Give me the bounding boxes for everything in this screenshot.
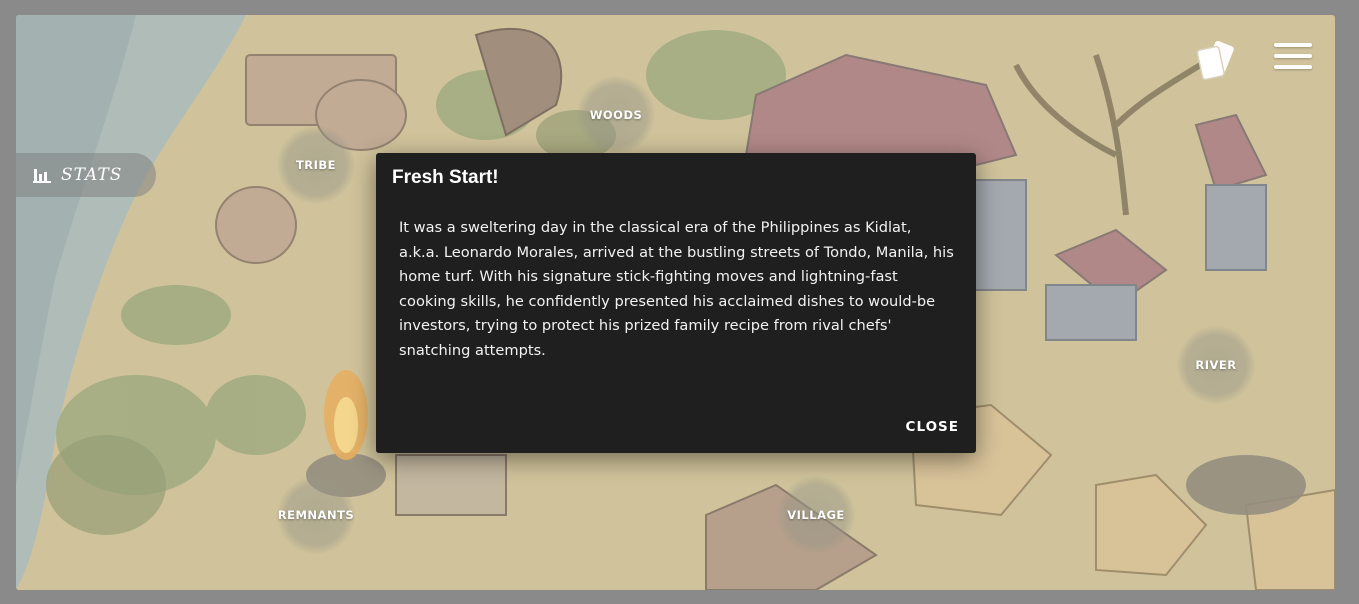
story-dialog: Fresh Start! It was a sweltering day in …: [376, 153, 976, 453]
dialog-body: It was a sweltering day in the classical…: [399, 219, 954, 359]
close-button[interactable]: CLOSE: [906, 419, 959, 435]
stats-label: STATS: [61, 165, 123, 185]
location-label: RIVER: [1195, 358, 1237, 372]
location-label: VILLAGE: [787, 508, 845, 522]
location-remnants[interactable]: REMNANTS: [277, 476, 355, 554]
location-river[interactable]: RIVER: [1177, 326, 1255, 404]
hamburger-menu-icon: [1274, 54, 1312, 58]
location-woods[interactable]: WOODS: [577, 76, 655, 154]
location-label: REMNANTS: [277, 508, 355, 522]
hamburger-menu-icon: [1274, 43, 1312, 47]
stats-button[interactable]: STATS: [16, 153, 156, 197]
hamburger-menu-button[interactable]: [1274, 43, 1314, 73]
location-label: WOODS: [589, 108, 643, 122]
dialog-title: Fresh Start!: [392, 167, 499, 188]
cards-button[interactable]: [1191, 35, 1239, 83]
location-tribe[interactable]: TRIBE: [277, 126, 355, 204]
location-village[interactable]: VILLAGE: [777, 476, 855, 554]
hamburger-menu-icon: [1274, 65, 1312, 69]
cards-icon: [1196, 40, 1234, 81]
location-label: TRIBE: [295, 158, 337, 172]
bar-chart-icon: [33, 167, 51, 183]
